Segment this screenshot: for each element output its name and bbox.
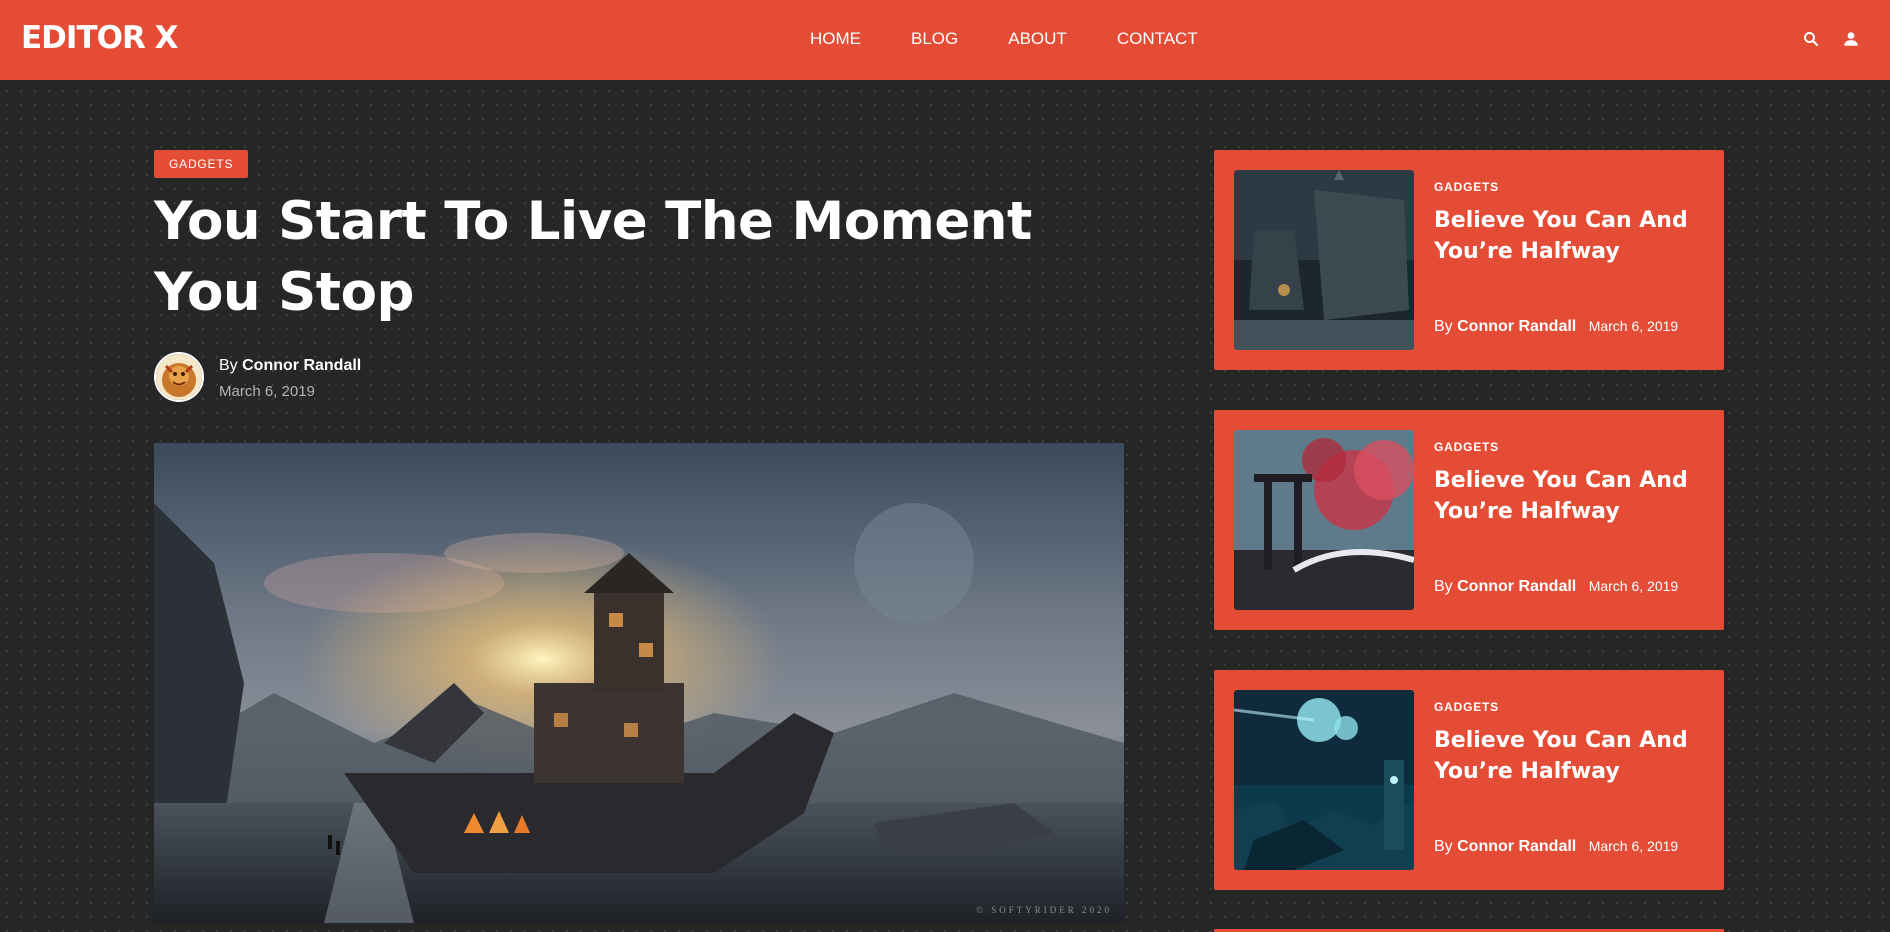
card-author-link[interactable]: Connor Randall [1457, 578, 1576, 595]
card-thumbnail[interactable] [1234, 690, 1414, 870]
article-date: March 6, 2019 [219, 383, 315, 400]
card-date: March 6, 2019 [1588, 578, 1679, 594]
card-title[interactable]: Believe You Can And You’re Halfway [1434, 465, 1704, 527]
search-icon[interactable] [1802, 30, 1820, 48]
card-author-link[interactable]: Connor Randall [1457, 318, 1576, 335]
article-category-badge[interactable]: GADGETS [154, 150, 249, 178]
article-title[interactable]: You Start To Live The Moment You Stop [154, 186, 1114, 328]
card-author-prefix: By [1434, 838, 1453, 855]
sidebar-card[interactable]: GADGETS Believe You Can And You’re Halfw… [1214, 150, 1724, 370]
header-actions [1802, 30, 1860, 48]
main-nav: HOME BLOG ABOUT CONTACT [810, 29, 1198, 49]
card-thumbnail[interactable] [1234, 430, 1414, 610]
sidebar-card[interactable]: GADGETS Believe You Can And You’re Halfw… [1214, 410, 1724, 630]
site-header: EDITOR X HOME BLOG ABOUT CONTACT [0, 0, 1890, 80]
sidebar-card[interactable]: GADGETS Believe You Can And You’re Halfw… [1214, 670, 1724, 890]
nav-contact[interactable]: CONTACT [1117, 29, 1198, 49]
card-title[interactable]: Believe You Can And You’re Halfway [1434, 725, 1704, 787]
card-author-link[interactable]: Connor Randall [1457, 838, 1576, 855]
card-meta: By Connor Randall March 6, 2019 [1434, 838, 1678, 856]
card-category[interactable]: GADGETS [1434, 440, 1499, 454]
author-prefix: By [219, 357, 238, 374]
author-avatar[interactable] [154, 352, 204, 402]
article-author: By Connor Randall [219, 357, 361, 375]
card-author-prefix: By [1434, 318, 1453, 335]
card-meta: By Connor Randall March 6, 2019 [1434, 578, 1678, 596]
card-thumbnail[interactable] [1234, 170, 1414, 350]
image-watermark: © SOFTYRIDER 2020 [976, 905, 1112, 915]
article-hero-image[interactable]: © SOFTYRIDER 2020 [154, 443, 1124, 923]
card-date: March 6, 2019 [1588, 318, 1679, 334]
nav-home[interactable]: HOME [810, 29, 861, 49]
site-logo[interactable]: EDITOR X [21, 20, 179, 56]
card-title[interactable]: Believe You Can And You’re Halfway [1434, 205, 1704, 267]
card-author-prefix: By [1434, 578, 1453, 595]
card-meta: By Connor Randall March 6, 2019 [1434, 318, 1678, 336]
card-category[interactable]: GADGETS [1434, 700, 1499, 714]
nav-blog[interactable]: BLOG [911, 29, 958, 49]
card-date: March 6, 2019 [1588, 838, 1679, 854]
author-name-link[interactable]: Connor Randall [242, 357, 361, 374]
user-icon[interactable] [1842, 30, 1860, 48]
card-category[interactable]: GADGETS [1434, 180, 1499, 194]
nav-about[interactable]: ABOUT [1008, 29, 1067, 49]
